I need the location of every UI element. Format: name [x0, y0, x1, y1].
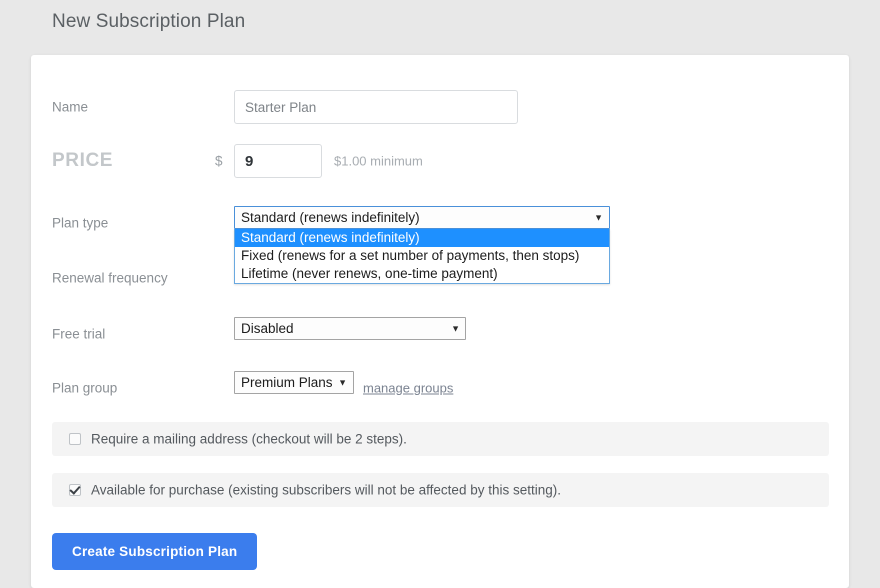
plan-type-option-list[interactable]: Standard (renews indefinitely) Fixed (re… — [234, 229, 610, 284]
price-label: PRICE — [52, 150, 113, 172]
plan-type-selected-value[interactable]: Standard (renews indefinitely) ▼ — [234, 206, 610, 229]
free-trial-selected-text: Disabled — [241, 321, 294, 336]
available-for-purchase-label: Available for purchase (existing subscri… — [91, 483, 561, 498]
form-row-name: Name — [31, 90, 849, 124]
plan-group-select[interactable]: Premium Plans ▼ — [234, 371, 354, 394]
checkbox-row-mailing-address[interactable]: Require a mailing address (checkout will… — [52, 422, 829, 456]
chevron-down-icon: ▼ — [451, 324, 460, 333]
price-input[interactable] — [234, 144, 322, 178]
plan-group-label: Plan group — [52, 381, 117, 396]
price-hint: $1.00 minimum — [334, 154, 423, 169]
page-title: New Subscription Plan — [52, 11, 245, 33]
form-card: Name PRICE $ $1.00 minimum Plan type Sta… — [31, 55, 849, 588]
renewal-frequency-label: Renewal frequency — [52, 271, 168, 286]
available-for-purchase-checkbox[interactable] — [69, 484, 81, 496]
chevron-down-icon: ▼ — [338, 378, 347, 387]
currency-symbol: $ — [215, 154, 223, 169]
checkbox-row-available-for-purchase[interactable]: Available for purchase (existing subscri… — [52, 473, 829, 507]
free-trial-label: Free trial — [52, 327, 105, 342]
form-row-free-trial: Free trial Disabled ▼ — [31, 317, 849, 351]
plan-type-option[interactable]: Fixed (renews for a set number of paymen… — [235, 247, 609, 265]
manage-groups-link[interactable]: manage groups — [363, 381, 453, 396]
mailing-address-label: Require a mailing address (checkout will… — [91, 432, 407, 447]
plan-type-selected-text: Standard (renews indefinitely) — [241, 210, 420, 225]
plan-group-selected-text: Premium Plans — [241, 375, 333, 390]
name-input[interactable] — [234, 90, 518, 124]
plan-type-option[interactable]: Standard (renews indefinitely) — [235, 229, 609, 247]
form-row-plan-group: Plan group Premium Plans ▼ manage groups — [31, 371, 849, 405]
form-row-price: PRICE $ $1.00 minimum — [31, 144, 849, 178]
chevron-down-icon: ▼ — [594, 213, 603, 222]
form-row-plan-type: Plan type Standard (renews indefinitely)… — [31, 206, 849, 240]
plan-type-select[interactable]: Standard (renews indefinitely) ▼ Standar… — [234, 206, 610, 284]
create-subscription-plan-button[interactable]: Create Subscription Plan — [52, 533, 257, 570]
plan-type-option[interactable]: Lifetime (never renews, one-time payment… — [235, 265, 609, 283]
plan-type-label: Plan type — [52, 216, 108, 231]
free-trial-select[interactable]: Disabled ▼ — [234, 317, 466, 340]
mailing-address-checkbox[interactable] — [69, 433, 81, 445]
name-label: Name — [52, 100, 88, 115]
